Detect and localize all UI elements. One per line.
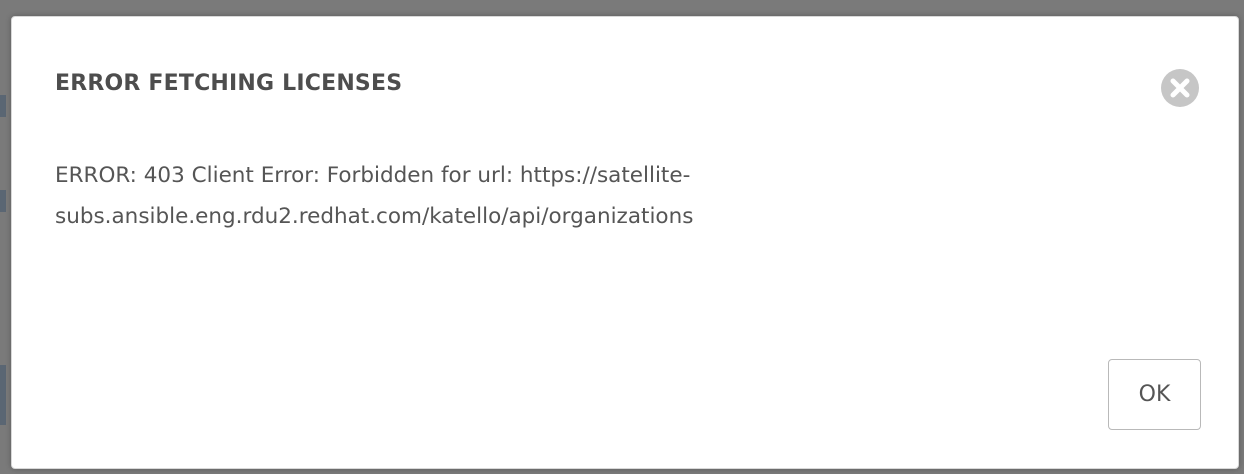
dialog-message: ERROR: 403 Client Error: Forbidden for u…	[55, 155, 955, 237]
background-edge-strip	[0, 95, 6, 117]
dialog-title: ERROR FETCHING LICENSES	[55, 71, 403, 96]
background-edge-strip	[0, 365, 6, 425]
modal-backdrop[interactable]: ERROR FETCHING LICENSES ERROR: 403 Clien…	[0, 0, 1244, 474]
background-edge-strip	[0, 190, 6, 212]
close-button[interactable]	[1159, 69, 1201, 107]
dialog-message-line: subs.ansible.eng.rdu2.redhat.com/katello…	[55, 204, 694, 229]
dialog-message-line: ERROR: 403 Client Error: Forbidden for u…	[55, 163, 691, 188]
error-dialog: ERROR FETCHING LICENSES ERROR: 403 Clien…	[11, 16, 1239, 469]
ok-button[interactable]: OK	[1108, 359, 1201, 430]
close-circle-icon	[1159, 67, 1201, 109]
